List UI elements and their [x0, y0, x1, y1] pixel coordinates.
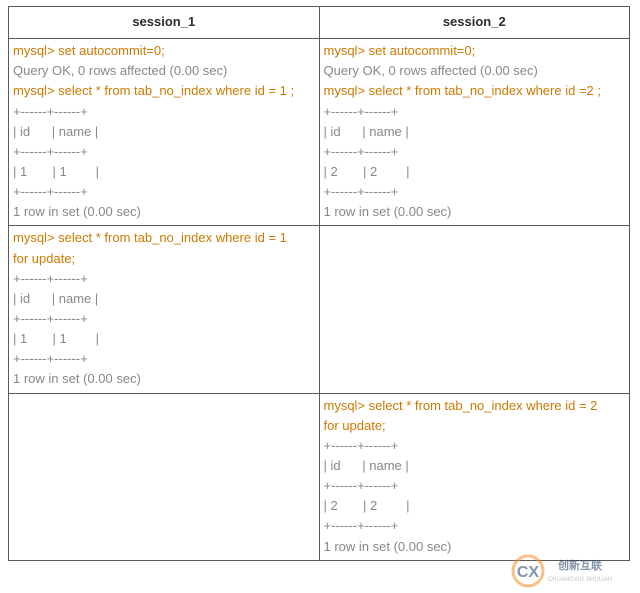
- mysql-prompt: mysql>: [13, 43, 58, 58]
- result-line: 1 row in set (0.00 sec): [324, 537, 626, 557]
- result-line: +------+------+: [324, 142, 626, 162]
- result-line: +------+------+: [324, 182, 626, 202]
- table-row: mysql> select * from tab_no_index where …: [9, 393, 630, 560]
- cell-session2-step1: mysql> set autocommit=0; Query OK, 0 row…: [319, 39, 630, 226]
- mysql-prompt: mysql>: [13, 230, 58, 245]
- table-row: mysql> select * from tab_no_index where …: [9, 226, 630, 393]
- result-line: +------+------+: [13, 309, 315, 329]
- result-line: | 1 | 1 |: [13, 162, 315, 182]
- sql-statement: select * from tab_no_index where id = 2: [369, 398, 598, 413]
- result-line: +------+------+: [324, 516, 626, 536]
- result-line: +------+------+: [324, 476, 626, 496]
- result-line: +------+------+: [13, 349, 315, 369]
- result-line: | id | name |: [13, 122, 315, 142]
- table-row: mysql> set autocommit=0; Query OK, 0 row…: [9, 39, 630, 226]
- result-line: 1 row in set (0.00 sec): [324, 202, 626, 222]
- cell-session2-step2-empty: [319, 226, 630, 393]
- svg-text:CX: CX: [517, 564, 540, 581]
- result-line: 1 row in set (0.00 sec): [13, 202, 315, 222]
- sql-statement: for update;: [13, 249, 315, 269]
- result-line: Query OK, 0 rows affected (0.00 sec): [13, 61, 315, 81]
- result-line: | 2 | 2 |: [324, 496, 626, 516]
- result-line: +------+------+: [324, 436, 626, 456]
- cell-session1-step3-empty: [9, 393, 320, 560]
- cell-session1-step2: mysql> select * from tab_no_index where …: [9, 226, 320, 393]
- mysql-prompt: mysql>: [324, 83, 369, 98]
- result-line: +------+------+: [324, 102, 626, 122]
- col-header-session-1: session_1: [9, 7, 320, 39]
- result-line: | 2 | 2 |: [324, 162, 626, 182]
- mysql-prompt: mysql>: [324, 43, 369, 58]
- mysql-prompt: mysql>: [13, 83, 58, 98]
- sql-statement: select * from tab_no_index where id = 1: [58, 230, 287, 245]
- result-line: +------+------+: [13, 269, 315, 289]
- result-line: +------+------+: [13, 102, 315, 122]
- result-line: | 1 | 1 |: [13, 329, 315, 349]
- result-line: +------+------+: [13, 142, 315, 162]
- col-header-session-2: session_2: [319, 7, 630, 39]
- sessions-table: session_1 session_2 mysql> set autocommi…: [8, 6, 630, 561]
- result-line: 1 row in set (0.00 sec): [13, 369, 315, 389]
- sql-statement: select * from tab_no_index where id =2 ;: [369, 83, 601, 98]
- result-line: | id | name |: [324, 122, 626, 142]
- result-line: +------+------+: [13, 182, 315, 202]
- mysql-prompt: mysql>: [324, 398, 369, 413]
- sql-statement: set autocommit=0;: [369, 43, 476, 58]
- sql-statement: select * from tab_no_index where id = 1 …: [58, 83, 294, 98]
- page-root: session_1 session_2 mysql> set autocommi…: [0, 0, 640, 593]
- result-line: | id | name |: [13, 289, 315, 309]
- result-line: | id | name |: [324, 456, 626, 476]
- table-header-row: session_1 session_2: [9, 7, 630, 39]
- cell-session1-step1: mysql> set autocommit=0; Query OK, 0 row…: [9, 39, 320, 226]
- sql-statement: for update;: [324, 416, 626, 436]
- sql-statement: set autocommit=0;: [58, 43, 165, 58]
- cell-session2-step3: mysql> select * from tab_no_index where …: [319, 393, 630, 560]
- result-line: Query OK, 0 rows affected (0.00 sec): [324, 61, 626, 81]
- svg-text:CHUANGXIN JIHULIAN: CHUANGXIN JIHULIAN: [548, 577, 612, 583]
